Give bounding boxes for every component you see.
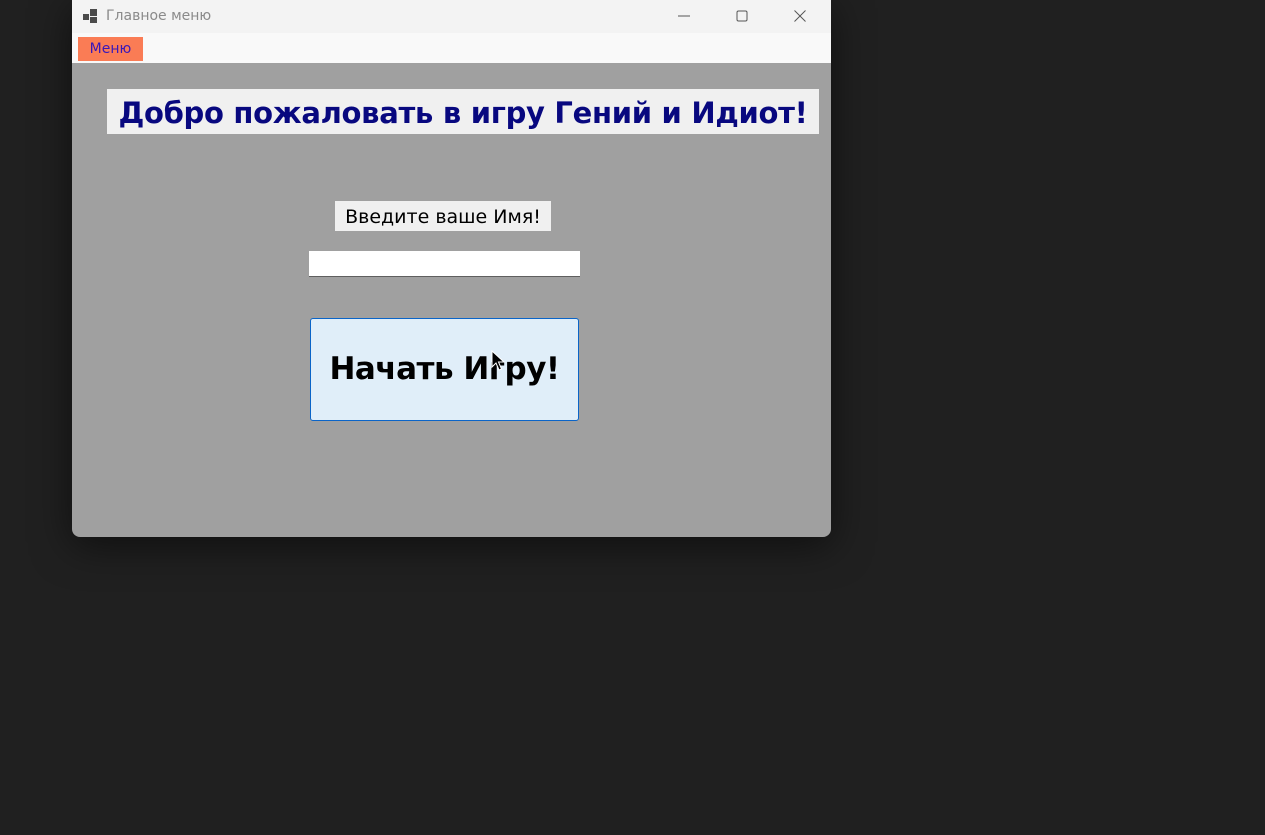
menu-item-menu[interactable]: Меню <box>78 37 143 61</box>
maximize-button[interactable] <box>713 0 771 33</box>
close-button[interactable] <box>771 0 829 33</box>
minimize-icon <box>678 7 690 26</box>
name-input[interactable] <box>309 251 580 277</box>
minimize-button[interactable] <box>655 0 713 33</box>
welcome-heading: Добро пожаловать в игру Гений и Идиот! <box>107 89 819 134</box>
app-window-icon <box>83 8 99 24</box>
start-game-button[interactable]: Начать Игру! <box>310 318 579 421</box>
maximize-icon <box>736 7 748 26</box>
menu-bar: Меню <box>72 33 831 63</box>
main-window: Главное меню Меню Добро пожаловать в игр… <box>72 0 831 537</box>
mouse-cursor-icon <box>491 349 506 372</box>
window-title: Главное меню <box>106 8 212 24</box>
name-prompt-label: Введите ваше Имя! <box>335 201 551 231</box>
title-bar[interactable]: Главное меню <box>72 0 831 33</box>
close-icon <box>794 7 806 26</box>
